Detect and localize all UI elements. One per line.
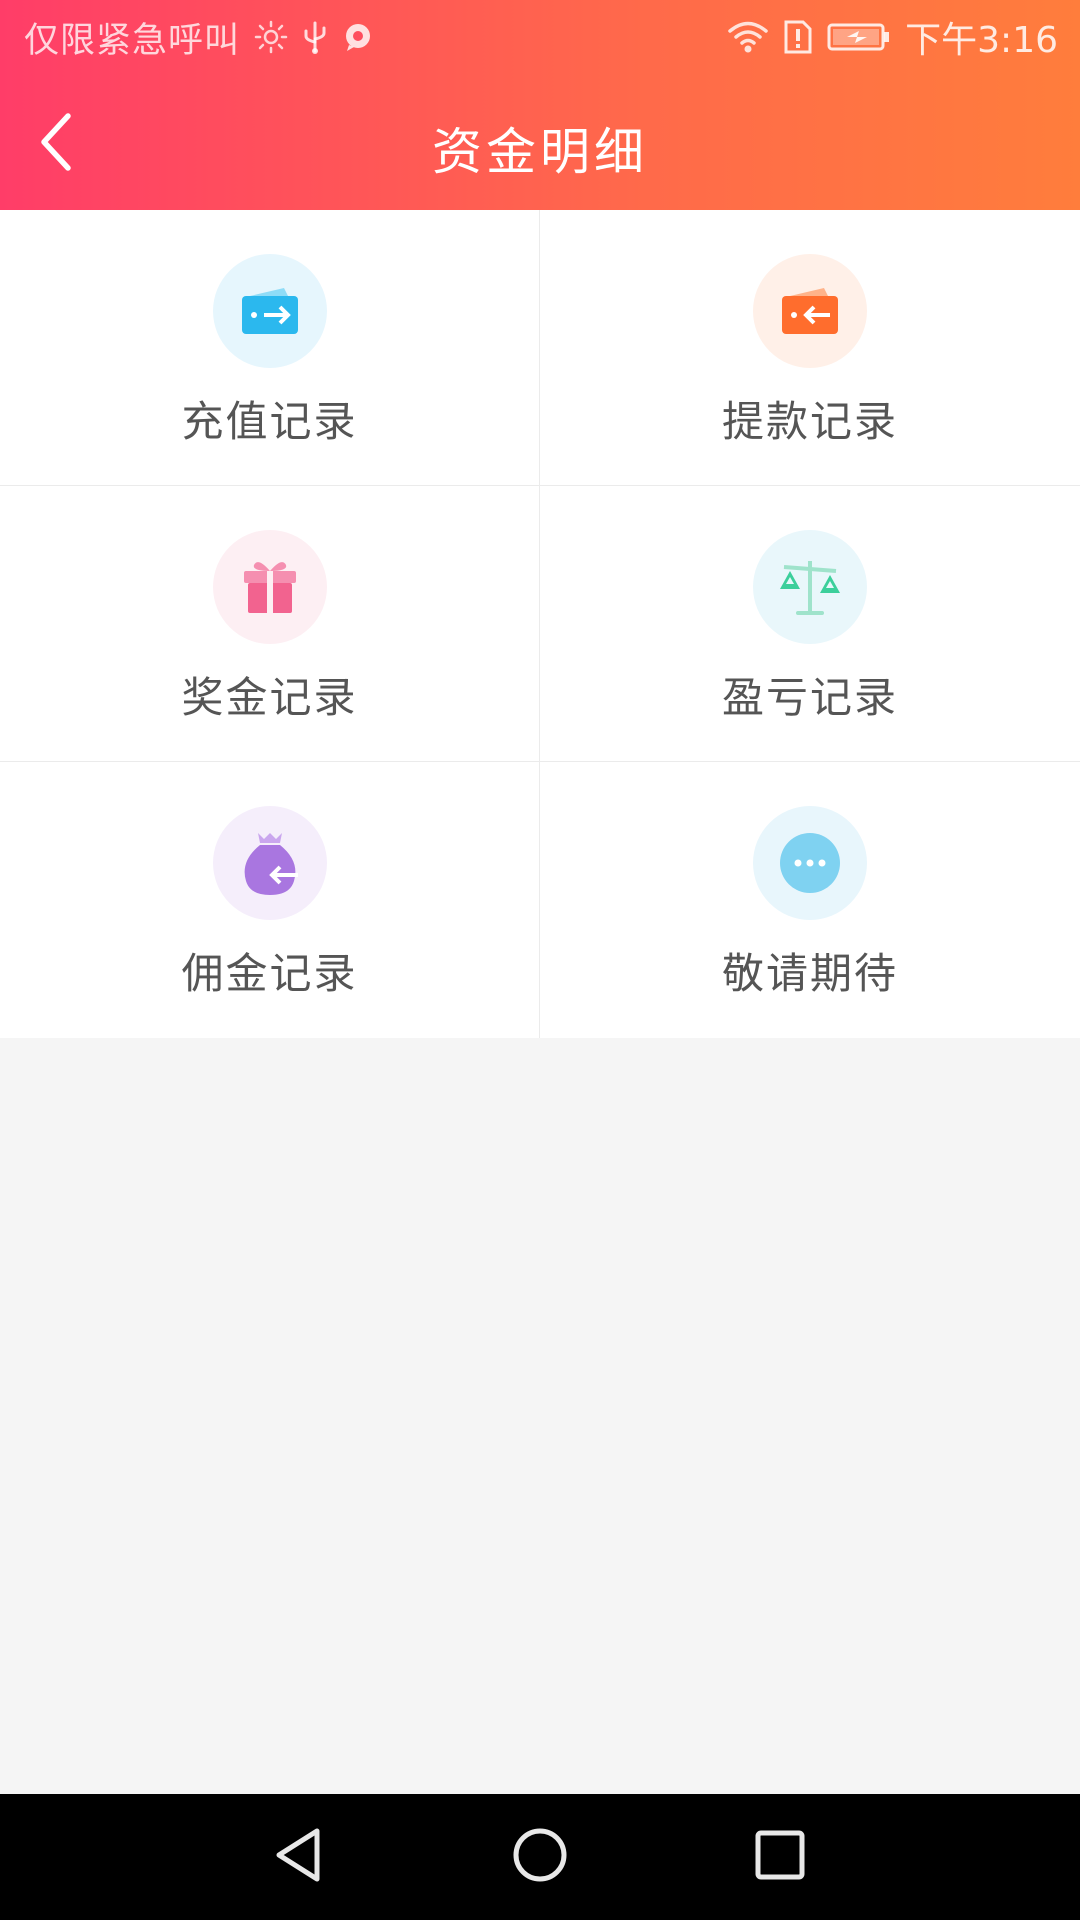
more-icon: [753, 806, 867, 920]
nav-home-button[interactable]: [505, 1824, 575, 1890]
menu-item-label: 盈亏记录: [721, 673, 898, 722]
system-nav-bar: [0, 1794, 1080, 1920]
nav-recents-button[interactable]: [745, 1824, 815, 1890]
money-bag-icon: [213, 806, 327, 920]
page-title: 资金明细: [432, 123, 648, 181]
triangle-back-icon: [271, 1825, 327, 1889]
menu-item-label: 奖金记录: [181, 673, 358, 722]
menu-item-label: 提款记录: [721, 397, 898, 446]
wifi-icon: [727, 20, 769, 54]
square-recents-icon: [752, 1827, 808, 1887]
wallet-in-icon: [213, 254, 327, 368]
chat-bubble-icon: [342, 21, 374, 53]
nav-back-button[interactable]: [264, 1824, 334, 1890]
coming-soon-item[interactable]: 敬请期待: [540, 762, 1080, 1038]
app-header: 仅限紧急呼叫 下午3:16 资金明细: [0, 0, 1080, 210]
profit-loss-record-item[interactable]: 盈亏记录: [540, 486, 1080, 762]
bonus-record-item[interactable]: 奖金记录: [0, 486, 540, 762]
menu-item-label: 佣金记录: [181, 949, 358, 998]
gift-icon: [213, 530, 327, 644]
recharge-record-item[interactable]: 充值记录: [0, 210, 540, 486]
withdraw-record-item[interactable]: 提款记录: [540, 210, 1080, 486]
fund-detail-menu: 充值记录 提款记录 奖金记录 盈亏记录 佣金记录 敬请期待: [0, 210, 1080, 1038]
menu-item-label: 充值记录: [181, 397, 358, 446]
status-bar: 仅限紧急呼叫 下午3:16: [0, 0, 1080, 74]
brightness-icon: [254, 20, 288, 54]
menu-item-label: 敬请期待: [721, 949, 898, 998]
sim-alert-icon: [783, 19, 813, 55]
commission-record-item[interactable]: 佣金记录: [0, 762, 540, 1038]
wallet-out-icon: [753, 254, 867, 368]
circle-home-icon: [510, 1825, 570, 1889]
balance-scale-icon: [753, 530, 867, 644]
battery-charging-icon: [827, 21, 891, 53]
carrier-text: 仅限紧急呼叫: [24, 20, 241, 61]
usb-icon: [302, 19, 328, 55]
clock-text: 下午3:16: [905, 20, 1058, 61]
